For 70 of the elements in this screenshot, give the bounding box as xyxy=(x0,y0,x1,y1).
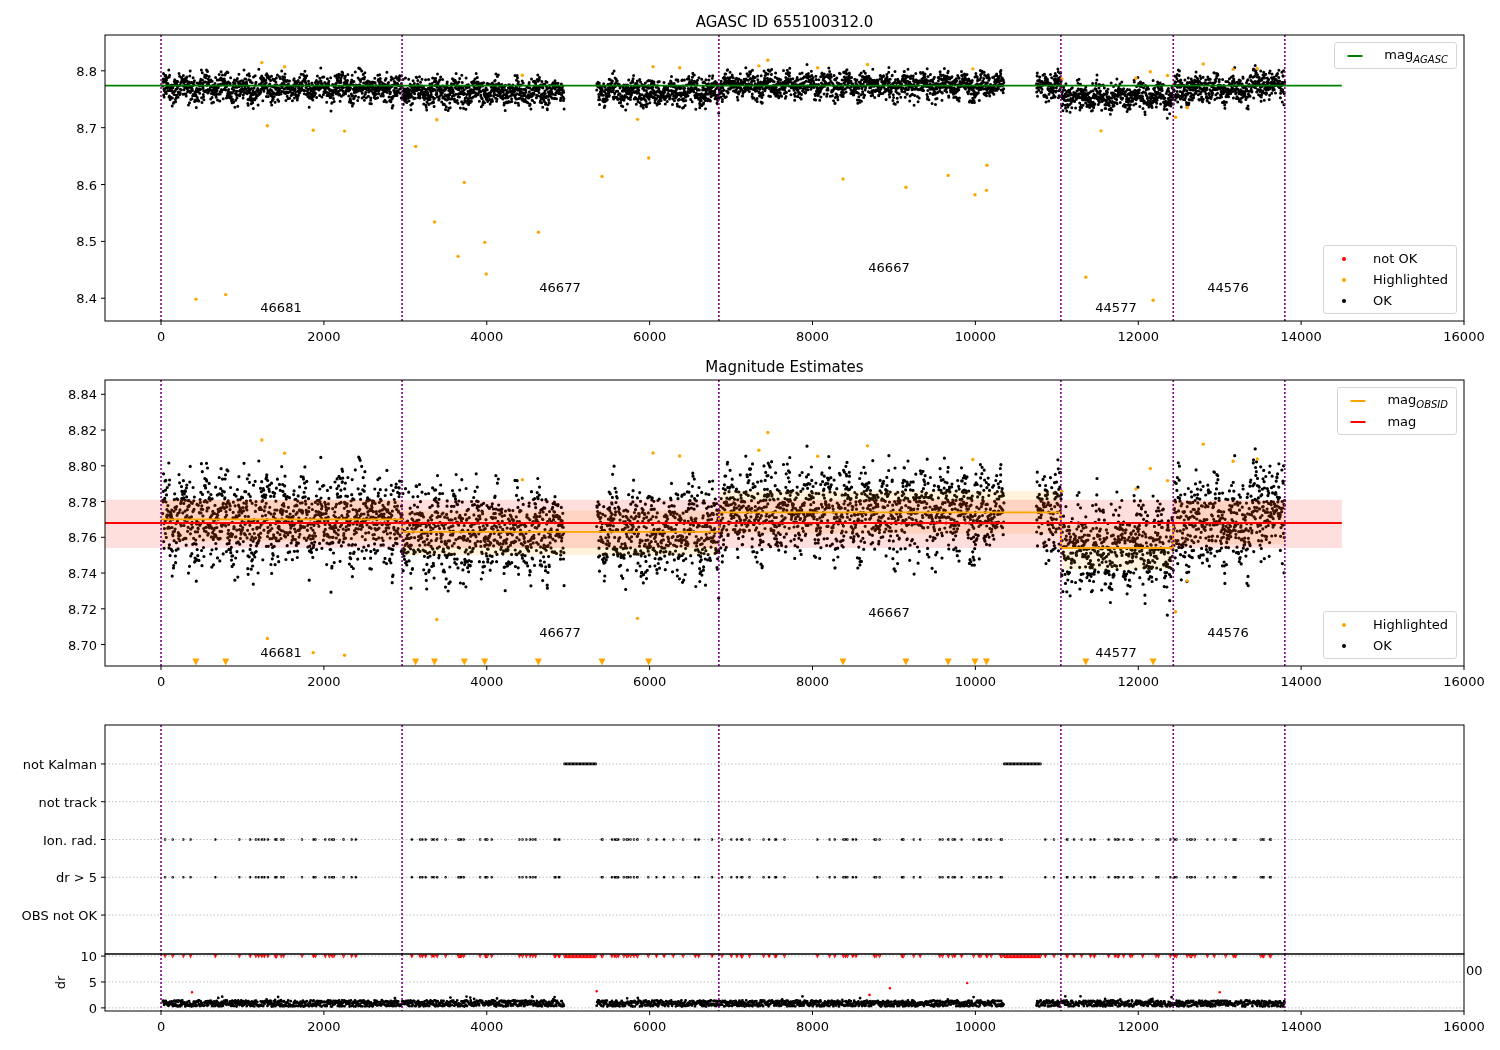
axis-label: dr xyxy=(53,975,68,990)
legend-label: Highlighted xyxy=(1373,617,1448,632)
tick-label: 8.74 xyxy=(68,566,97,582)
tick-label: 8.70 xyxy=(68,637,97,653)
obsid-label: 46677 xyxy=(539,280,581,295)
tick-label: 2000 xyxy=(307,1019,341,1034)
tick-label: not track xyxy=(38,794,97,810)
tick-label: 16000 xyxy=(1443,674,1485,689)
tick-label: 8.4 xyxy=(76,291,97,307)
tick-label: 8000 xyxy=(795,1019,830,1034)
tick-label: not Kalman xyxy=(22,756,97,772)
tick-label: dr > 5 xyxy=(55,870,97,886)
obsid-label: 46667 xyxy=(868,605,910,620)
obsid-label: 44577 xyxy=(1095,300,1137,315)
tick-label: 6000 xyxy=(633,674,667,689)
tick-label: 0 xyxy=(156,674,166,689)
legend-label: OK xyxy=(1373,638,1392,653)
tick-label: 8.82 xyxy=(68,423,97,439)
tick-label: 10000 xyxy=(954,1019,997,1034)
tick-label: 8000 xyxy=(795,329,830,344)
tick-label: OBS not OK xyxy=(21,908,97,924)
obsid-label: 46677 xyxy=(539,625,581,640)
tick-label: 4000 xyxy=(470,329,504,344)
tick-label: 14000 xyxy=(1280,329,1322,344)
obsid-label: 46681 xyxy=(260,645,302,660)
chart-title: Magnitude Estimates xyxy=(705,358,864,376)
tick-label: 8.8 xyxy=(76,63,97,79)
tick-label: 6000 xyxy=(633,329,667,344)
legend-label: not OK xyxy=(1373,251,1418,266)
tick-label: 10000 xyxy=(954,674,997,689)
tick-label: Ion. rad. xyxy=(43,832,97,848)
tick-label: 8.80 xyxy=(68,458,97,474)
tick-label: 00 xyxy=(1466,963,1483,978)
obsid-label: 44576 xyxy=(1207,625,1249,640)
tick-label: 5 xyxy=(88,975,97,990)
tick-label: 16000 xyxy=(1443,1019,1485,1034)
tick-label: 8.78 xyxy=(68,494,97,510)
tick-label: 14000 xyxy=(1280,1019,1322,1034)
tick-label: 8.84 xyxy=(68,387,97,403)
tick-label: 0 xyxy=(88,1000,97,1016)
tick-label: 8.72 xyxy=(68,601,97,617)
obsid-label: 46667 xyxy=(868,260,910,275)
legend-label: mag$_{AGASC}$ xyxy=(1384,46,1448,65)
tick-label: 0 xyxy=(156,329,166,344)
obsid-label: 46681 xyxy=(260,300,302,315)
tick-label: 16000 xyxy=(1443,329,1485,344)
legend-label: OK xyxy=(1373,293,1392,308)
legend-label: Highlighted xyxy=(1373,272,1448,287)
obsid-label: 44576 xyxy=(1207,280,1249,295)
tick-label: 12000 xyxy=(1117,329,1159,344)
obsid-label: 44577 xyxy=(1095,645,1137,660)
tick-label: 14000 xyxy=(1280,674,1322,689)
tick-label: 8.7 xyxy=(76,120,97,136)
legend-label: mag xyxy=(1387,414,1417,429)
tick-label: 4000 xyxy=(470,674,504,689)
legend-label: mag$_{OBSID}$ xyxy=(1387,391,1448,410)
tick-label: 12000 xyxy=(1117,1019,1159,1034)
tick-label: 12000 xyxy=(1117,674,1159,689)
tick-label: 4000 xyxy=(470,1019,504,1034)
tick-label: 10000 xyxy=(954,329,997,344)
tick-label: 8.76 xyxy=(68,530,97,546)
tick-label: 2000 xyxy=(307,674,341,689)
tick-label: 6000 xyxy=(633,1019,667,1034)
tick-label: 2000 xyxy=(307,329,341,344)
chart-title: AGASC ID 655100312.0 xyxy=(695,13,874,31)
tick-label: 8.5 xyxy=(76,234,97,250)
tick-label: 0 xyxy=(156,1019,166,1034)
tick-label: 8.6 xyxy=(76,177,97,193)
tick-label: 8000 xyxy=(795,674,830,689)
tick-label: 10 xyxy=(80,949,97,965)
